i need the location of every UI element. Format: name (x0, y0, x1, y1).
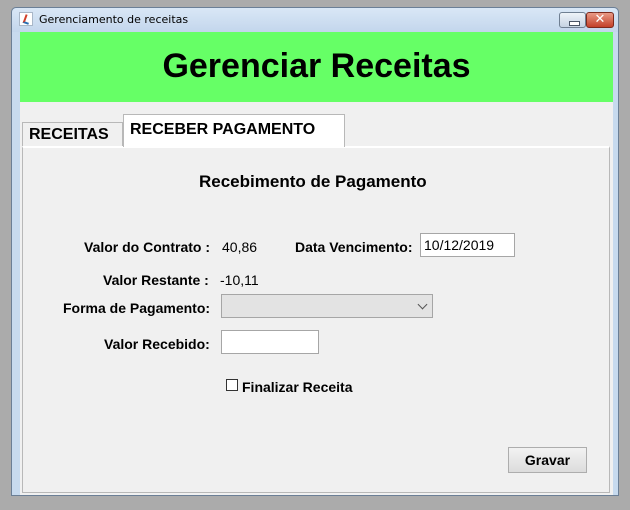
java-app-icon (19, 12, 33, 26)
close-button[interactable]: ✕ (586, 12, 614, 28)
title-bar[interactable]: Gerenciamento de receitas ✕ (12, 8, 618, 32)
close-icon: ✕ (594, 12, 606, 27)
valor-restante-value: -10,11 (220, 272, 259, 288)
data-vencimento-field[interactable]: 10/12/2019 (420, 233, 515, 257)
valor-restante-label: Valor Restante : (103, 272, 209, 288)
window-content: Gerenciar Receitas RECEITAS RECEBER PAGA… (20, 32, 613, 495)
section-title: Recebimento de Pagamento (199, 172, 427, 191)
window-title: Gerenciamento de receitas (39, 13, 189, 26)
minimize-icon (569, 21, 580, 26)
chevron-down-icon (417, 299, 428, 310)
minimize-button[interactable] (559, 12, 586, 28)
valor-recebido-label: Valor Recebido: (104, 336, 210, 352)
finalizar-receita-checkbox[interactable] (226, 379, 238, 391)
valor-contrato-value: 40,86 (222, 239, 258, 255)
forma-pagamento-label: Forma de Pagamento: (63, 300, 211, 316)
finalizar-receita-label[interactable]: Finalizar Receita (242, 379, 353, 395)
page-title: Gerenciar Receitas (162, 47, 471, 85)
app-window: Gerenciamento de receitas ✕ Gerenciar Re… (11, 7, 619, 496)
valor-recebido-field[interactable] (221, 330, 319, 354)
data-vencimento-label: Data Vencimento: (295, 239, 413, 255)
gravar-button[interactable]: Gravar (508, 447, 587, 473)
tab-receitas[interactable]: RECEITAS (22, 122, 123, 146)
header-banner: Gerenciar Receitas (20, 32, 613, 102)
tab-receber-pagamento[interactable]: RECEBER PAGAMENTO (123, 114, 345, 147)
tab-panel-receber-pagamento: Recebimento de Pagamento Valor do Contra… (22, 146, 610, 493)
forma-pagamento-select[interactable] (221, 294, 433, 318)
valor-contrato-label: Valor do Contrato : (84, 239, 210, 255)
